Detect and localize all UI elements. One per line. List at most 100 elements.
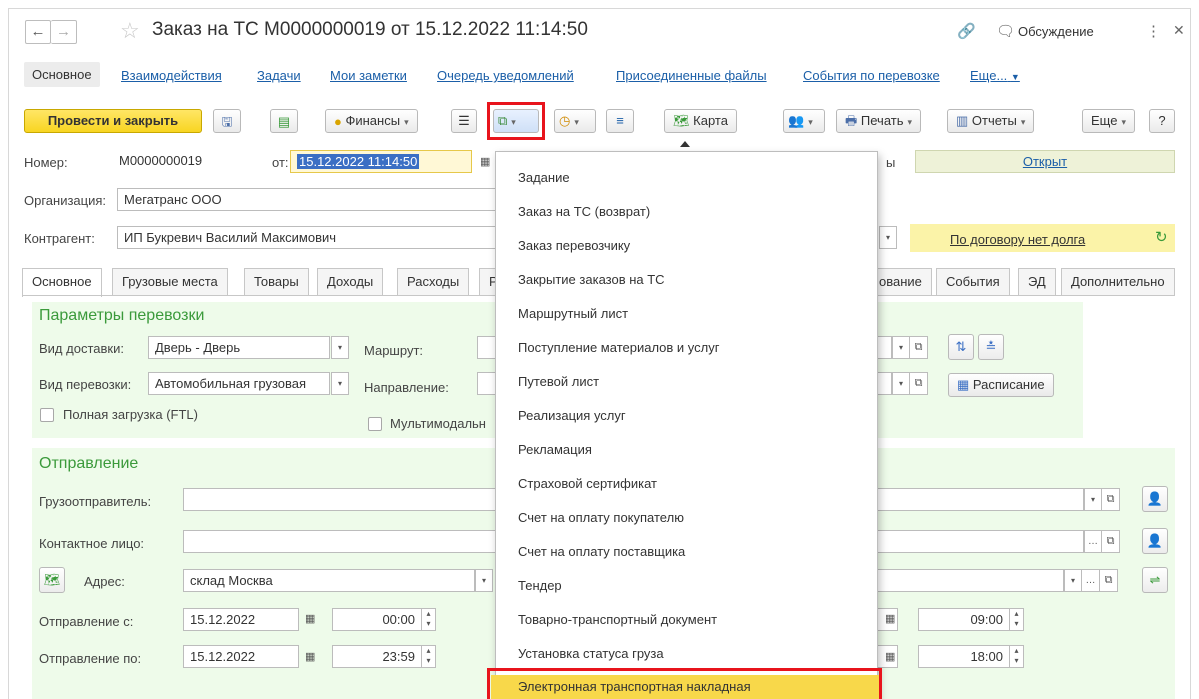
route-dropdown-icon[interactable]: ▾ — [892, 336, 910, 359]
ship-from-time[interactable]: 00:00 — [332, 608, 422, 631]
refresh-icon[interactable]: ↻ — [1155, 228, 1168, 246]
organization-field[interactable]: Мегатранс ООО — [117, 188, 497, 211]
menu-item-invoice-supplier[interactable]: Счет на оплату поставщика — [518, 544, 685, 559]
post-and-close-button[interactable]: Провести и закрыть — [24, 109, 202, 133]
menu-item-services-sale[interactable]: Реализация услуг — [518, 408, 626, 423]
add-point-button[interactable]: ≛ — [978, 334, 1004, 360]
debt-link[interactable]: По договору нет долга — [950, 232, 1085, 247]
favorite-star-icon[interactable]: ☆ — [120, 18, 140, 44]
section-interactions[interactable]: Взаимодействия — [121, 68, 222, 83]
direction-field[interactable] — [477, 372, 497, 395]
right-calendar2-icon[interactable]: ▦ — [885, 650, 895, 663]
right-time2-spinner[interactable]: ▴ ▾ — [1010, 645, 1024, 668]
calendar-icon[interactable]: ▦ — [480, 155, 490, 168]
contractor-field[interactable]: ИП Букревич Василий Максимович — [117, 226, 497, 249]
tab-events[interactable]: События — [936, 268, 1010, 295]
print-button[interactable]: 🖶 Печать ▾ — [836, 109, 922, 133]
structure-button[interactable]: ☰ — [451, 109, 477, 133]
right-time1[interactable]: 09:00 — [918, 608, 1010, 631]
discussion-icon[interactable]: 🗨 — [996, 22, 1015, 40]
contact-select-icon[interactable]: … — [1084, 530, 1102, 553]
tab-goods[interactable]: Товары — [244, 268, 309, 295]
route-field-end[interactable] — [878, 336, 892, 359]
ship-from-time-spinner[interactable]: ▴ ▾ — [422, 608, 436, 631]
ship-from-date[interactable]: 15.12.2022 — [183, 608, 299, 631]
direction-dropdown-icon[interactable]: ▾ — [892, 372, 910, 395]
save-button[interactable]: 🖫 — [213, 109, 241, 133]
sort-az-button[interactable]: ⇅ — [948, 334, 974, 360]
menu-item-ttn[interactable]: Товарно-транспортный документ — [518, 612, 717, 627]
schedule-button[interactable]: ▦ Расписание — [948, 373, 1054, 397]
address-map-button[interactable]: 🗺 — [39, 567, 65, 593]
contact-field[interactable] — [183, 530, 495, 553]
map-button[interactable]: 🗺 Карта — [664, 109, 737, 133]
contact-field-end[interactable] — [878, 530, 1084, 553]
menu-item-order-return[interactable]: Заказ на ТС (возврат) — [518, 204, 650, 219]
transport-type-field[interactable]: Автомобильная грузовая — [148, 372, 330, 395]
address-field-end[interactable] — [878, 569, 1064, 592]
ship-from-calendar-icon[interactable]: ▦ — [305, 612, 315, 625]
section-files[interactable]: Присоединенные файлы — [616, 68, 767, 83]
route-open-icon[interactable]: ⧉ — [910, 336, 928, 359]
address-field[interactable]: склад Москва — [183, 569, 475, 592]
tab-additional[interactable]: Дополнительно — [1061, 268, 1175, 295]
shipper-dropdown-icon[interactable]: ▾ — [1084, 488, 1102, 511]
multimodal-checkbox[interactable] — [368, 417, 382, 431]
direction-open-icon[interactable]: ⧉ — [910, 372, 928, 395]
tab-cargo-places[interactable]: Грузовые места — [112, 268, 228, 295]
add-shipper-button[interactable]: 👤 — [1142, 486, 1168, 512]
right-time1-spinner[interactable]: ▴ ▾ — [1010, 608, 1024, 631]
finance-button[interactable]: ● Финансы ▾ — [325, 109, 418, 133]
section-notes[interactable]: Мои заметки — [330, 68, 407, 83]
delivery-type-field[interactable]: Дверь - Дверь — [148, 336, 330, 359]
status-link[interactable]: Открыт — [1023, 154, 1067, 169]
right-time2[interactable]: 18:00 — [918, 645, 1010, 668]
contract-dropdown-icon[interactable]: ▾ — [879, 226, 897, 249]
section-tasks[interactable]: Задачи — [257, 68, 301, 83]
ship-to-time[interactable]: 23:59 — [332, 645, 422, 668]
menu-item-cargo-status[interactable]: Установка статуса груза — [518, 646, 664, 661]
ftl-checkbox[interactable] — [40, 408, 54, 422]
tab-planning[interactable]: ование — [870, 268, 932, 295]
back-button[interactable]: ← — [25, 20, 51, 44]
contact-open-icon[interactable]: ⧉ — [1102, 530, 1120, 553]
address-select-icon[interactable]: … — [1082, 569, 1100, 592]
menu-item-waybill[interactable]: Путевой лист — [518, 374, 599, 389]
users-button[interactable]: 👥 ▾ — [783, 109, 825, 133]
right-calendar1-icon[interactable]: ▦ — [885, 612, 895, 625]
section-notifications[interactable]: Очередь уведомлений — [437, 68, 574, 83]
link-icon[interactable]: 🔗 — [957, 22, 976, 40]
menu-item-receipt[interactable]: Поступление материалов и услуг — [518, 340, 720, 355]
address-open-icon[interactable]: ⧉ — [1100, 569, 1118, 592]
post-button[interactable]: ▤ — [270, 109, 298, 133]
menu-item-task[interactable]: Задание — [518, 170, 570, 185]
direction-field-end[interactable] — [878, 372, 892, 395]
tab-ed[interactable]: ЭД — [1018, 268, 1056, 295]
help-button[interactable]: ? — [1149, 109, 1175, 133]
swap-address-button[interactable]: ⇌ — [1142, 567, 1168, 593]
related-docs-button[interactable]: ◷ ▾ — [554, 109, 596, 133]
menu-item-route-sheet[interactable]: Маршрутный лист — [518, 306, 628, 321]
menu-item-invoice-customer[interactable]: Счет на оплату покупателю — [518, 510, 684, 525]
menu-item-carrier-order[interactable]: Заказ перевозчику — [518, 238, 630, 253]
add-contact-button[interactable]: 👤 — [1142, 528, 1168, 554]
more-button[interactable]: Еще ▾ — [1082, 109, 1135, 133]
edit-list-button[interactable]: ≡ — [606, 109, 634, 133]
discussion-link[interactable]: Обсуждение — [1018, 24, 1094, 39]
date-field[interactable]: 15.12.2022 11:14:50 — [290, 150, 472, 173]
menu-item-close-orders[interactable]: Закрытие заказов на ТС — [518, 272, 665, 287]
address-dropdown-icon[interactable]: ▾ — [475, 569, 493, 592]
tab-main[interactable]: Основное — [22, 268, 102, 297]
section-main[interactable]: Основное — [24, 62, 100, 87]
shipper-field-end[interactable] — [878, 488, 1084, 511]
more-menu-icon[interactable]: ⋮ — [1146, 22, 1161, 40]
ship-to-time-spinner[interactable]: ▴ ▾ — [422, 645, 436, 668]
route-field[interactable] — [477, 336, 497, 359]
menu-item-tender[interactable]: Тендер — [518, 578, 562, 593]
number-field[interactable]: М0000000019 — [113, 150, 253, 173]
tab-income[interactable]: Доходы — [317, 268, 384, 295]
shipper-field[interactable] — [183, 488, 495, 511]
reports-button[interactable]: ▥ Отчеты ▾ — [947, 109, 1035, 133]
section-events[interactable]: События по перевозке — [803, 68, 940, 83]
transport-type-dropdown-icon[interactable]: ▾ — [331, 372, 349, 395]
